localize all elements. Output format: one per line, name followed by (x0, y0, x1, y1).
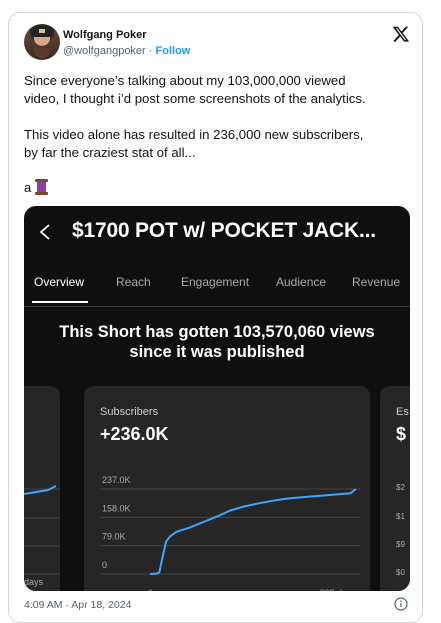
y-tick-label: 79.0K (102, 532, 126, 542)
back-arrow-icon (39, 224, 50, 240)
subscribers-chart: 0 79.0K 158.0K 237.0K 0 308 days (100, 475, 360, 591)
author-avatar[interactable] (24, 24, 60, 60)
active-tab-indicator (32, 301, 88, 303)
tweet-text-line: This video alone has resulted in 236,000… (24, 127, 364, 142)
right-y-tick: $1 (396, 512, 405, 521)
subscribers-panel[interactable]: Subscribers +236.0K 0 79.0K 158.0K 237.0K 0 3… (84, 386, 370, 591)
tweet-text-line: video, I thought i’d post some screensho… (24, 91, 366, 106)
emoji-prefix: a (24, 179, 32, 195)
avatar-hat-logo (39, 29, 45, 33)
views-headline-line: since it was published (129, 343, 305, 361)
follow-button[interactable]: Follow (156, 45, 191, 57)
tweet-text-line: by far the craziest stat of all... (24, 145, 196, 160)
tab-audience[interactable]: Audience (276, 275, 326, 289)
avatar-beard (34, 48, 50, 58)
x-tick-label: 0 (148, 588, 153, 591)
video-title: $1700 POT w/ POCKET JACK... (72, 219, 376, 242)
tab-revenue[interactable]: Revenue (352, 275, 400, 289)
analytics-screenshot[interactable]: $1700 POT w/ POCKET JACK... Overview Rea… (24, 206, 410, 591)
y-tick-label: 237.0K (102, 475, 131, 485)
right-panel-label: Es (396, 406, 409, 418)
handle-separator: · (145, 45, 156, 57)
x-logo-icon[interactable] (392, 25, 410, 43)
tab-reach[interactable]: Reach (116, 275, 151, 289)
tab-overview[interactable]: Overview (34, 275, 84, 289)
y-tick-label: 0 (102, 560, 107, 570)
tweet-timestamp[interactable]: 4:09 AM · Apr 18, 2024 (24, 599, 131, 611)
views-headline-line: This Short has gotten 103,570,060 views (59, 323, 375, 341)
tweet-card: Wolfgang Poker @wolfgangpoker · Follow S… (8, 12, 423, 623)
tweet-emoji-line: a (24, 179, 49, 195)
left-metric-panel[interactable]: days (24, 386, 60, 591)
right-y-tick: $9 (396, 540, 405, 549)
right-metric-panel[interactable]: Es $ $2 $1 $9 $0 (380, 386, 410, 591)
author-name[interactable]: Wolfgang Poker (63, 29, 147, 41)
right-y-tick: $2 (396, 483, 405, 492)
right-y-tick: $0 (396, 568, 405, 577)
y-tick-label: 158.0K (102, 503, 131, 513)
x-tick-label: 308 days (319, 588, 356, 591)
subscribers-series-line (149, 488, 357, 575)
views-headline: This Short has gotten 103,570,060 views … (24, 322, 410, 362)
left-axis-label: days (24, 577, 44, 587)
thread-spool-emoji-icon (35, 179, 49, 195)
tab-engagement[interactable]: Engagement (181, 275, 249, 289)
author-handle-line: @wolfgangpoker · Follow (63, 45, 190, 57)
author-handle[interactable]: @wolfgangpoker (63, 45, 146, 57)
tweet-text: Since everyone’s talking about my 103,00… (24, 72, 419, 162)
info-icon[interactable] (394, 597, 408, 611)
left-panel-chart (24, 485, 60, 575)
right-panel-value: $ (396, 424, 407, 444)
tweet-text-line: Since everyone’s talking about my 103,00… (24, 73, 346, 88)
